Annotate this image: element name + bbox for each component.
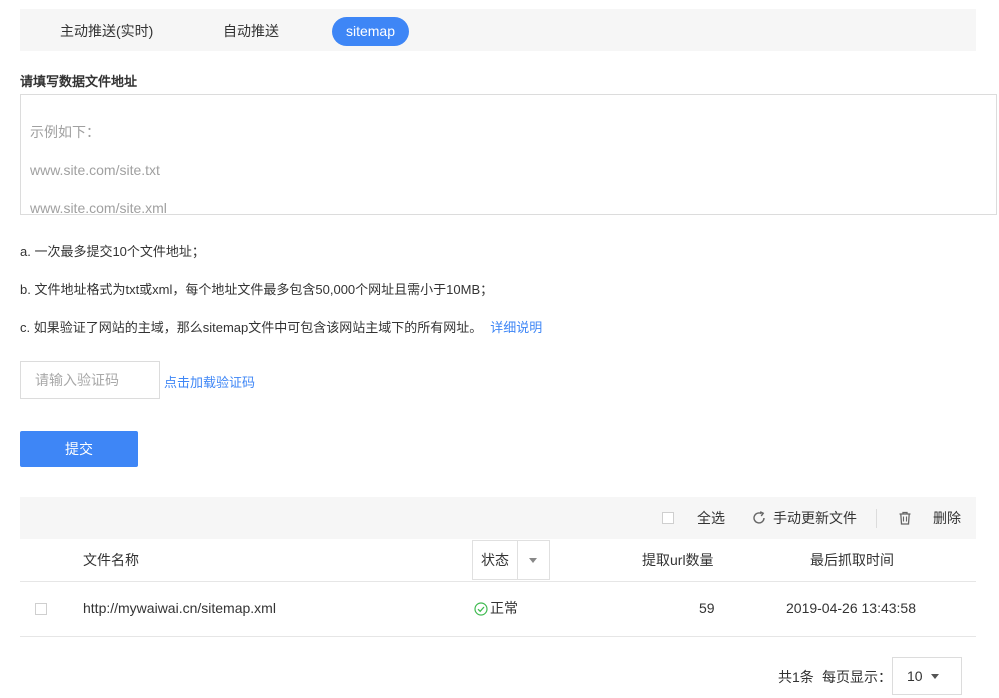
- row-checkbox[interactable]: [35, 603, 47, 615]
- submit-button[interactable]: 提交: [20, 431, 138, 467]
- captcha-input[interactable]: [20, 361, 160, 399]
- placeholder-line: www.site.com/site.xml: [30, 200, 167, 216]
- details-link[interactable]: 详细说明: [490, 320, 542, 335]
- note-c: c. 如果验证了网站的主域，那么sitemap文件中可包含该网站主域下的所有网址…: [20, 317, 542, 336]
- select-all-label[interactable]: 全选: [697, 497, 725, 539]
- page-size-select[interactable]: 10: [892, 657, 962, 695]
- column-file-name: 文件名称: [83, 552, 139, 568]
- column-status: 状态: [481, 552, 509, 568]
- trash-icon[interactable]: [897, 510, 913, 526]
- placeholder-line: 示例如下：: [30, 124, 100, 140]
- toolbar-divider: [876, 509, 877, 528]
- select-all-checkbox[interactable]: [662, 512, 674, 524]
- caret-down-icon: [529, 558, 537, 563]
- field-label: 请填写数据文件地址: [20, 74, 138, 89]
- placeholder-line: www.site.com/site.txt: [30, 162, 160, 178]
- page-size-value: 10: [907, 668, 923, 684]
- sitemap-url-textarea[interactable]: 示例如下： www.site.com/site.txt www.site.com…: [20, 94, 997, 216]
- total-count: 共1条: [778, 669, 814, 685]
- tab-sitemap[interactable]: sitemap: [332, 17, 409, 46]
- status-filter-dropdown[interactable]: 状态: [472, 540, 550, 580]
- per-page-label: 每页显示：: [822, 669, 892, 685]
- note-a: a. 一次最多提交10个文件地址；: [20, 244, 205, 259]
- refresh-icon[interactable]: [751, 510, 767, 526]
- caret-down-icon: [931, 674, 939, 679]
- refresh-button[interactable]: 手动更新文件: [773, 497, 857, 539]
- url-count-cell: 59: [699, 600, 715, 616]
- note-b: b. 文件地址格式为txt或xml，每个地址文件最多包含50,000个网址且需小…: [20, 282, 494, 297]
- table-toolbar: 全选 手动更新文件 删除: [20, 497, 976, 539]
- dropdown-divider: [517, 541, 518, 579]
- tab-active-push[interactable]: 主动推送(实时): [60, 17, 153, 46]
- delete-button[interactable]: 删除: [933, 497, 961, 539]
- last-fetch-cell: 2019-04-26 13:43:58: [786, 600, 916, 616]
- load-captcha-link[interactable]: 点击加载验证码: [164, 372, 255, 391]
- check-circle-icon: [474, 602, 488, 616]
- note-c-text: c. 如果验证了网站的主域，那么sitemap文件中可包含该网站主域下的所有网址…: [20, 320, 483, 335]
- column-url-count: 提取url数量: [642, 552, 714, 568]
- status-cell: 正常: [490, 600, 518, 616]
- table-header: 文件名称 状态 提取url数量 最后抓取时间: [20, 539, 976, 582]
- file-name-cell: http://mywaiwai.cn/sitemap.xml: [83, 600, 276, 616]
- tab-bar: 主动推送(实时) 自动推送 sitemap: [20, 9, 976, 51]
- table-row: http://mywaiwai.cn/sitemap.xml 正常 59 201…: [20, 581, 976, 637]
- tab-auto-push[interactable]: 自动推送: [223, 17, 279, 46]
- column-last-fetch: 最后抓取时间: [810, 552, 894, 568]
